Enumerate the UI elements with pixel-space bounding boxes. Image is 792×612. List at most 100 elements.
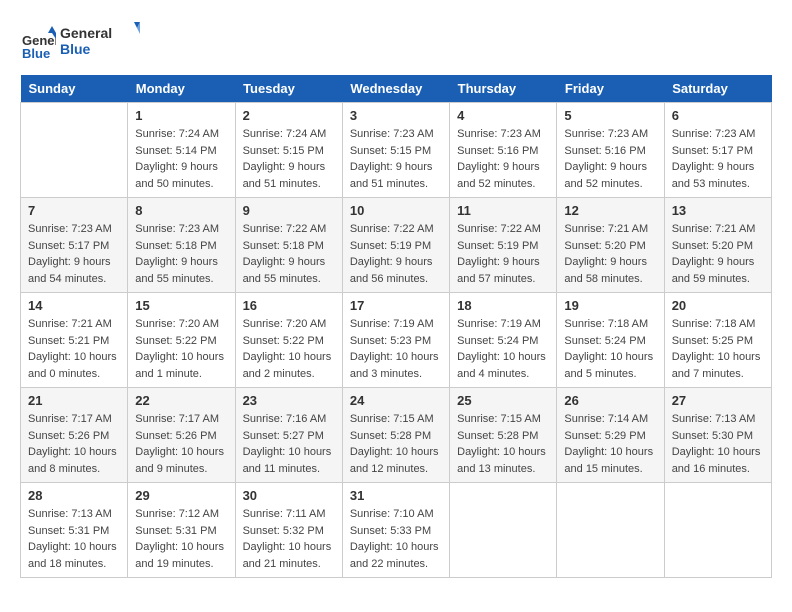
calendar-cell: 13Sunrise: 7:21 AMSunset: 5:20 PMDayligh… (664, 198, 771, 293)
day-number: 17 (350, 298, 442, 313)
logo: General Blue General Blue (20, 20, 140, 65)
week-row-2: 7Sunrise: 7:23 AMSunset: 5:17 PMDaylight… (21, 198, 772, 293)
day-number: 10 (350, 203, 442, 218)
day-info: Sunrise: 7:23 AMSunset: 5:18 PMDaylight:… (135, 221, 227, 287)
day-number: 19 (564, 298, 656, 313)
calendar-cell: 17 Sunrise: 7:19 AMSunset: 5:23 PMDayligh… (342, 293, 449, 388)
calendar-cell: 20 Sunrise: 7:18 AMSunset: 5:25 PMDayligh… (664, 293, 771, 388)
page-header: General Blue General Blue (20, 20, 772, 65)
week-row-1: 1 Sunrise: 7:24 AMSunset: 5:14 PMDaylight… (21, 103, 772, 198)
day-header-monday: Monday (128, 75, 235, 103)
day-info: Sunrise: 7:22 AMSunset: 5:19 PMDaylight:… (457, 221, 549, 287)
day-info: Sunrise: 7:19 AMSunset: 5:24 PMDaylight:… (457, 316, 549, 382)
day-number: 4 (457, 108, 549, 123)
day-info: Sunrise: 7:13 AMSunset: 5:30 PMDaylight:… (672, 411, 764, 477)
day-info: Sunrise: 7:24 AMSunset: 5:15 PMDaylight:… (243, 126, 335, 192)
day-info: Sunrise: 7:20 AMSunset: 5:22 PMDaylight:… (135, 316, 227, 382)
day-info: Sunrise: 7:24 AMSunset: 5:14 PMDaylight:… (135, 126, 227, 192)
day-number: 9 (243, 203, 335, 218)
day-info: Sunrise: 7:22 AMSunset: 5:18 PMDaylight:… (243, 221, 335, 287)
day-info: Sunrise: 7:23 AMSunset: 5:16 PMDaylight:… (457, 126, 549, 192)
svg-text:Blue: Blue (22, 46, 50, 61)
day-header-saturday: Saturday (664, 75, 771, 103)
calendar-cell: 14Sunrise: 7:21 AMSunset: 5:21 PMDayligh… (21, 293, 128, 388)
day-number: 15 (135, 298, 227, 313)
day-number: 25 (457, 393, 549, 408)
calendar-cell: 8 Sunrise: 7:23 AMSunset: 5:18 PMDaylight… (128, 198, 235, 293)
calendar-cell: 6 Sunrise: 7:23 AMSunset: 5:17 PMDaylight… (664, 103, 771, 198)
calendar-cell: 22Sunrise: 7:17 AMSunset: 5:26 PMDayligh… (128, 388, 235, 483)
calendar-cell: 7Sunrise: 7:23 AMSunset: 5:17 PMDaylight… (21, 198, 128, 293)
calendar-cell: 15 Sunrise: 7:20 AMSunset: 5:22 PMDayligh… (128, 293, 235, 388)
day-info: Sunrise: 7:18 AMSunset: 5:24 PMDaylight:… (564, 316, 656, 382)
calendar-header-row: SundayMondayTuesdayWednesdayThursdayFrid… (21, 75, 772, 103)
day-number: 5 (564, 108, 656, 123)
calendar-cell (557, 483, 664, 578)
day-info: Sunrise: 7:20 AMSunset: 5:22 PMDaylight:… (243, 316, 335, 382)
day-number: 20 (672, 298, 764, 313)
calendar-cell: 26 Sunrise: 7:14 AMSunset: 5:29 PMDayligh… (557, 388, 664, 483)
calendar-cell: 25 Sunrise: 7:15 AMSunset: 5:28 PMDayligh… (450, 388, 557, 483)
svg-text:General: General (60, 25, 112, 41)
day-number: 28 (28, 488, 120, 503)
calendar-cell: 23 Sunrise: 7:16 AMSunset: 5:27 PMDayligh… (235, 388, 342, 483)
svg-text:Blue: Blue (60, 41, 91, 57)
day-info: Sunrise: 7:23 AMSunset: 5:16 PMDaylight:… (564, 126, 656, 192)
day-info: Sunrise: 7:21 AMSunset: 5:20 PMDaylight:… (672, 221, 764, 287)
day-number: 26 (564, 393, 656, 408)
day-info: Sunrise: 7:19 AMSunset: 5:23 PMDaylight:… (350, 316, 442, 382)
day-header-wednesday: Wednesday (342, 75, 449, 103)
calendar-cell: 9 Sunrise: 7:22 AMSunset: 5:18 PMDaylight… (235, 198, 342, 293)
day-info: Sunrise: 7:12 AMSunset: 5:31 PMDaylight:… (135, 506, 227, 572)
day-number: 6 (672, 108, 764, 123)
calendar-cell: 2 Sunrise: 7:24 AMSunset: 5:15 PMDaylight… (235, 103, 342, 198)
day-number: 2 (243, 108, 335, 123)
calendar-cell: 3Sunrise: 7:23 AMSunset: 5:15 PMDaylight… (342, 103, 449, 198)
week-row-5: 28Sunrise: 7:13 AMSunset: 5:31 PMDayligh… (21, 483, 772, 578)
calendar-cell: 30 Sunrise: 7:11 AMSunset: 5:32 PMDayligh… (235, 483, 342, 578)
day-info: Sunrise: 7:15 AMSunset: 5:28 PMDaylight:… (457, 411, 549, 477)
day-number: 1 (135, 108, 227, 123)
day-number: 8 (135, 203, 227, 218)
day-number: 11 (457, 203, 549, 218)
calendar-table: SundayMondayTuesdayWednesdayThursdayFrid… (20, 75, 772, 578)
day-info: Sunrise: 7:11 AMSunset: 5:32 PMDaylight:… (243, 506, 335, 572)
day-number: 29 (135, 488, 227, 503)
calendar-cell: 18 Sunrise: 7:19 AMSunset: 5:24 PMDayligh… (450, 293, 557, 388)
day-header-friday: Friday (557, 75, 664, 103)
calendar-cell: 11 Sunrise: 7:22 AMSunset: 5:19 PMDayligh… (450, 198, 557, 293)
day-info: Sunrise: 7:14 AMSunset: 5:29 PMDaylight:… (564, 411, 656, 477)
calendar-cell: 24 Sunrise: 7:15 AMSunset: 5:28 PMDayligh… (342, 388, 449, 483)
day-number: 27 (672, 393, 764, 408)
day-number: 7 (28, 203, 120, 218)
calendar-cell: 31Sunrise: 7:10 AMSunset: 5:33 PMDayligh… (342, 483, 449, 578)
calendar-cell: 1 Sunrise: 7:24 AMSunset: 5:14 PMDaylight… (128, 103, 235, 198)
logo-svg: General Blue (60, 20, 140, 60)
day-info: Sunrise: 7:21 AMSunset: 5:20 PMDaylight:… (564, 221, 656, 287)
day-info: Sunrise: 7:16 AMSunset: 5:27 PMDaylight:… (243, 411, 335, 477)
day-number: 12 (564, 203, 656, 218)
day-number: 23 (243, 393, 335, 408)
day-info: Sunrise: 7:15 AMSunset: 5:28 PMDaylight:… (350, 411, 442, 477)
logo-icon: General Blue (20, 25, 56, 61)
day-header-sunday: Sunday (21, 75, 128, 103)
calendar-cell: 4 Sunrise: 7:23 AMSunset: 5:16 PMDaylight… (450, 103, 557, 198)
day-number: 21 (28, 393, 120, 408)
calendar-cell: 27 Sunrise: 7:13 AMSunset: 5:30 PMDayligh… (664, 388, 771, 483)
day-number: 30 (243, 488, 335, 503)
day-number: 3 (350, 108, 442, 123)
day-number: 31 (350, 488, 442, 503)
day-info: Sunrise: 7:17 AMSunset: 5:26 PMDaylight:… (135, 411, 227, 477)
calendar-cell: 21Sunrise: 7:17 AMSunset: 5:26 PMDayligh… (21, 388, 128, 483)
day-info: Sunrise: 7:18 AMSunset: 5:25 PMDaylight:… (672, 316, 764, 382)
calendar-cell: 19 Sunrise: 7:18 AMSunset: 5:24 PMDayligh… (557, 293, 664, 388)
calendar-cell: 16Sunrise: 7:20 AMSunset: 5:22 PMDayligh… (235, 293, 342, 388)
day-header-tuesday: Tuesday (235, 75, 342, 103)
calendar-cell (21, 103, 128, 198)
calendar-cell: 5 Sunrise: 7:23 AMSunset: 5:16 PMDaylight… (557, 103, 664, 198)
day-info: Sunrise: 7:21 AMSunset: 5:21 PMDaylight:… (28, 316, 120, 382)
day-number: 18 (457, 298, 549, 313)
calendar-cell (664, 483, 771, 578)
day-info: Sunrise: 7:23 AMSunset: 5:17 PMDaylight:… (672, 126, 764, 192)
day-number: 24 (350, 393, 442, 408)
